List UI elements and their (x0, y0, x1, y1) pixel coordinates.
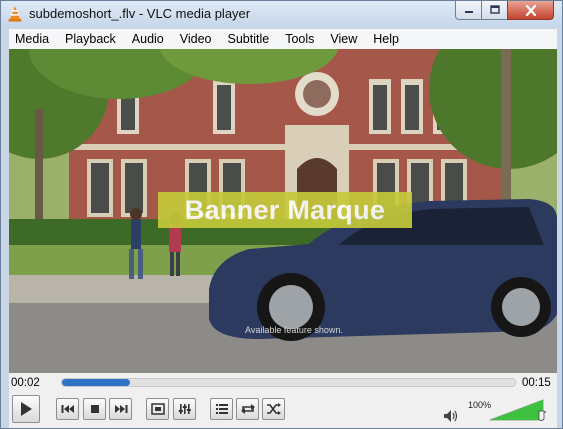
menu-bar: Media Playback Audio Video Subtitle Tool… (9, 29, 557, 49)
menu-playback[interactable]: Playback (57, 29, 124, 49)
menu-tools[interactable]: Tools (277, 29, 322, 49)
menu-video[interactable]: Video (172, 29, 220, 49)
next-icon (114, 405, 127, 413)
video-caption: Available feature shown. (245, 325, 343, 335)
volume-slider[interactable] (489, 399, 546, 421)
play-button[interactable] (12, 395, 40, 423)
control-bar: 00:02 00:15 100% (9, 373, 557, 428)
next-button[interactable] (109, 398, 132, 420)
maximize-button[interactable] (481, 1, 508, 20)
fullscreen-icon (150, 403, 165, 415)
menu-media[interactable]: Media (9, 29, 57, 49)
shuffle-icon (266, 403, 281, 415)
playlist-button[interactable] (210, 398, 233, 420)
minimize-button[interactable] (455, 1, 482, 20)
volume-handle[interactable] (538, 410, 545, 421)
close-button[interactable] (507, 1, 554, 20)
loop-icon (240, 404, 255, 414)
stop-button[interactable] (83, 398, 106, 420)
extended-settings-button[interactable] (173, 398, 196, 420)
vlc-cone-icon (8, 6, 22, 22)
stop-icon (90, 405, 99, 413)
elapsed-time[interactable]: 00:02 (11, 377, 40, 389)
vlc-window: subdemoshort_.flv - VLC media player Med… (0, 0, 563, 429)
banner-marquee: Banner Marque (158, 192, 412, 228)
previous-button[interactable] (56, 398, 79, 420)
previous-icon (61, 405, 74, 413)
menu-help[interactable]: Help (365, 29, 407, 49)
menu-subtitle[interactable]: Subtitle (220, 29, 278, 49)
total-time[interactable]: 00:15 (522, 377, 551, 389)
volume-percent: 100% (468, 400, 492, 410)
menu-view[interactable]: View (322, 29, 365, 49)
video-display[interactable]: Banner Marque Available feature shown. (9, 49, 557, 373)
maximize-icon (489, 5, 500, 14)
window-title: subdemoshort_.flv - VLC media player (29, 6, 251, 21)
seek-bar[interactable] (61, 378, 516, 387)
minimize-icon (464, 11, 473, 13)
fullscreen-button[interactable] (146, 398, 169, 420)
play-icon (21, 402, 32, 416)
close-icon (525, 4, 536, 16)
title-bar[interactable]: subdemoshort_.flv - VLC media player (1, 1, 562, 27)
loop-button[interactable] (236, 398, 259, 420)
speaker-icon[interactable] (443, 409, 459, 423)
menu-audio[interactable]: Audio (124, 29, 172, 49)
extended-settings-icon (178, 404, 191, 414)
seek-progress (62, 379, 130, 386)
playlist-icon (215, 404, 228, 414)
shuffle-button[interactable] (262, 398, 285, 420)
